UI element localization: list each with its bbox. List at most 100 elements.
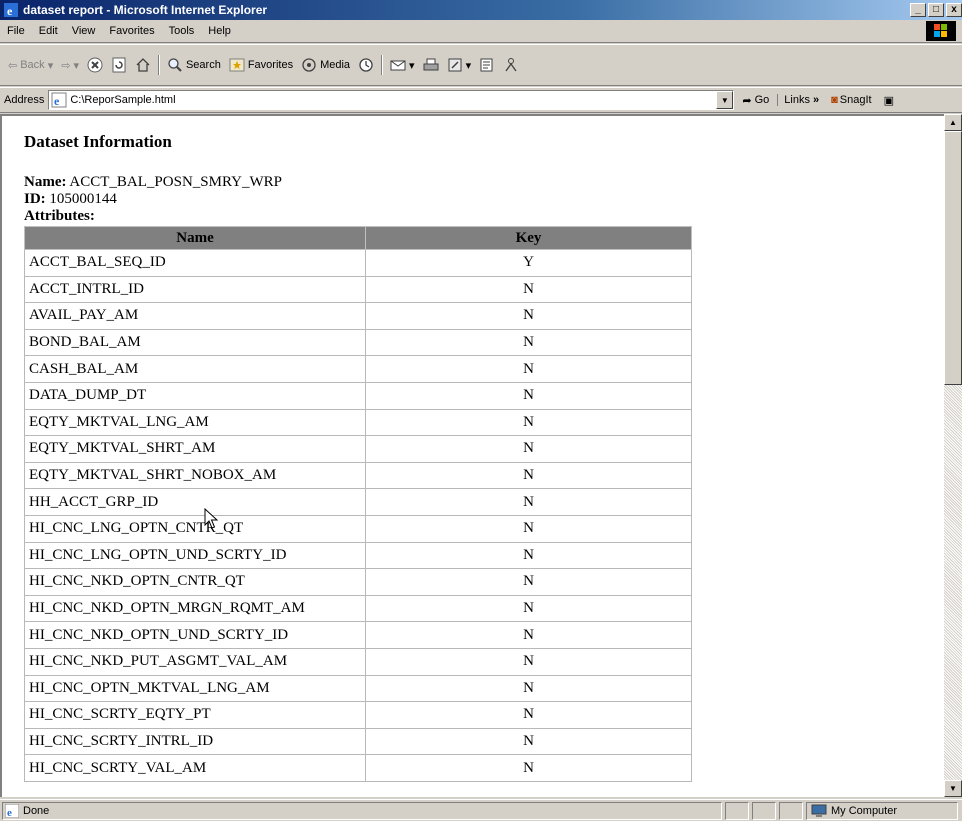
- go-button[interactable]: ➦ Go: [734, 94, 777, 107]
- history-button[interactable]: [354, 57, 378, 73]
- status-bar: e Done My Computer: [0, 799, 962, 821]
- refresh-button[interactable]: [107, 57, 131, 73]
- table-row: HI_CNC_SCRTY_INTRL_ID N: [24, 727, 692, 756]
- forward-button[interactable]: ⇨ ▾: [57, 59, 83, 72]
- forward-dropdown-icon: ▾: [73, 59, 79, 72]
- minimize-button[interactable]: _: [910, 3, 926, 17]
- menu-tools[interactable]: Tools: [162, 25, 202, 37]
- attribute-name-cell: DATA_DUMP_DT: [24, 381, 366, 410]
- dataset-name-line: Name: ACCT_BAL_POSN_SMRY_WRP: [24, 174, 692, 191]
- table-row: HI_CNC_SCRTY_VAL_AM N: [24, 754, 692, 782]
- attribute-key-cell: N: [365, 435, 692, 463]
- table-row: HI_CNC_SCRTY_EQTY_PT N: [24, 701, 692, 729]
- back-arrow-icon: ⇦: [8, 59, 18, 72]
- attribute-name-cell: ACCT_BAL_SEQ_ID: [24, 249, 366, 277]
- attribute-key-cell: N: [365, 488, 692, 516]
- attribute-key-cell: N: [365, 328, 692, 357]
- favorites-star-icon: [229, 58, 245, 72]
- forward-arrow-icon: ⇨: [61, 59, 71, 72]
- attribute-name-cell: HI_CNC_SCRTY_INTRL_ID: [24, 727, 366, 756]
- table-row: AVAIL_PAY_AM N: [24, 302, 692, 330]
- maximize-button[interactable]: □: [928, 3, 944, 17]
- attribute-name-cell: ACCT_INTRL_ID: [24, 275, 366, 304]
- svg-text:e: e: [7, 4, 13, 17]
- page-content: Dataset Information Name: ACCT_BAL_POSN_…: [24, 132, 692, 782]
- attribute-name-cell: HI_CNC_OPTN_MKTVAL_LNG_AM: [24, 674, 366, 703]
- ie-page-icon: e: [5, 803, 19, 818]
- snagit-label: SnagIt: [839, 94, 872, 106]
- search-icon: [168, 58, 182, 72]
- edit-dropdown-icon: ▾: [465, 59, 472, 72]
- stop-icon: [87, 57, 103, 73]
- attribute-name-cell: EQTY_MKTVAL_LNG_AM: [24, 408, 366, 437]
- favorites-button[interactable]: Favorites: [225, 57, 297, 73]
- table-row: EQTY_MKTVAL_SHRT_AM N: [24, 435, 692, 463]
- back-dropdown-icon: ▾: [47, 59, 54, 72]
- table-row: HI_CNC_NKD_OPTN_CNTR_QT N: [24, 568, 692, 596]
- scroll-down-button[interactable]: ▼: [944, 780, 962, 797]
- header-key: Key: [365, 226, 692, 250]
- menu-favorites[interactable]: Favorites: [102, 25, 161, 37]
- edit-button[interactable]: ▾: [443, 57, 476, 73]
- table-header-row: Name Key: [24, 226, 692, 250]
- mail-button[interactable]: ▾: [386, 57, 419, 73]
- back-label: Back: [20, 59, 45, 71]
- snagit-button[interactable]: ◙ SnagIt: [825, 94, 877, 106]
- address-url: C:\ReporSample.html: [70, 94, 176, 106]
- scroll-up-button[interactable]: ▲: [944, 114, 962, 131]
- search-button[interactable]: Search: [163, 57, 225, 73]
- address-input[interactable]: e C:\ReporSample.html ▼: [48, 90, 735, 110]
- menu-help[interactable]: Help: [201, 25, 238, 37]
- table-row: HI_CNC_NKD_PUT_ASGMT_VAL_AM N: [24, 647, 692, 676]
- scroll-thumb[interactable]: [944, 131, 962, 385]
- header-name: Name: [24, 226, 366, 250]
- windows-logo-icon: [926, 21, 956, 41]
- zone-label: My Computer: [831, 804, 898, 817]
- attribute-key-cell: N: [365, 355, 692, 383]
- attribute-name-cell: EQTY_MKTVAL_SHRT_NOBOX_AM: [24, 461, 366, 490]
- attribute-key-cell: N: [365, 408, 692, 437]
- table-row: EQTY_MKTVAL_LNG_AM N: [24, 408, 692, 437]
- chevron-right-icon: »: [813, 94, 820, 106]
- status-main-panel: e Done: [2, 801, 722, 820]
- attribute-key-cell: Y: [365, 249, 692, 277]
- vertical-scrollbar[interactable]: ▲ ▼: [944, 114, 962, 797]
- address-dropdown-button[interactable]: ▼: [716, 91, 734, 109]
- go-label: Go: [754, 94, 770, 106]
- name-label: Name:: [24, 174, 67, 190]
- table-row: HI_CNC_NKD_OPTN_UND_SCRTY_ID N: [24, 621, 692, 649]
- print-button[interactable]: [419, 57, 443, 73]
- refresh-icon: [112, 57, 126, 73]
- menu-edit[interactable]: Edit: [32, 25, 65, 37]
- back-button[interactable]: ⇦ Back ▾: [4, 59, 57, 72]
- print-icon: [423, 58, 439, 71]
- stop-button[interactable]: [83, 57, 107, 73]
- snagit-settings-icon[interactable]: ▣: [878, 94, 900, 107]
- attribute-key-cell: N: [365, 541, 692, 570]
- attribute-name-cell: EQTY_MKTVAL_SHRT_AM: [24, 435, 366, 463]
- attribute-name-cell: CASH_BAL_AM: [24, 355, 366, 383]
- close-button[interactable]: x: [946, 3, 962, 17]
- toolbar-separator: [381, 55, 384, 75]
- table-row: HI_CNC_LNG_OPTN_CNTR_QT N: [24, 514, 692, 543]
- home-button[interactable]: [131, 57, 155, 73]
- favorites-label: Favorites: [247, 59, 294, 71]
- attribute-key-cell: N: [365, 381, 692, 410]
- discuss-button[interactable]: [475, 57, 499, 73]
- messenger-button[interactable]: [499, 57, 523, 73]
- page-viewport[interactable]: Dataset Information Name: ACCT_BAL_POSN_…: [0, 114, 944, 797]
- table-row: ACCT_BAL_SEQ_ID Y: [24, 249, 692, 277]
- menu-bar: File Edit View Favorites Tools Help: [0, 20, 962, 43]
- attributes-label: Attributes:: [24, 208, 692, 225]
- menu-view[interactable]: View: [65, 25, 103, 37]
- media-button[interactable]: Media: [297, 57, 354, 73]
- menu-file[interactable]: File: [0, 25, 32, 37]
- attribute-name-cell: HI_CNC_NKD_PUT_ASGMT_VAL_AM: [24, 647, 366, 676]
- links-button[interactable]: Links »: [777, 94, 825, 106]
- discuss-icon: [480, 58, 493, 72]
- mouse-cursor-icon: [204, 508, 219, 529]
- home-icon: [136, 58, 150, 72]
- attribute-name-cell: BOND_BAL_AM: [24, 328, 366, 357]
- table-row: HI_CNC_LNG_OPTN_UND_SCRTY_ID N: [24, 541, 692, 570]
- attribute-name-cell: HI_CNC_NKD_OPTN_UND_SCRTY_ID: [24, 621, 366, 649]
